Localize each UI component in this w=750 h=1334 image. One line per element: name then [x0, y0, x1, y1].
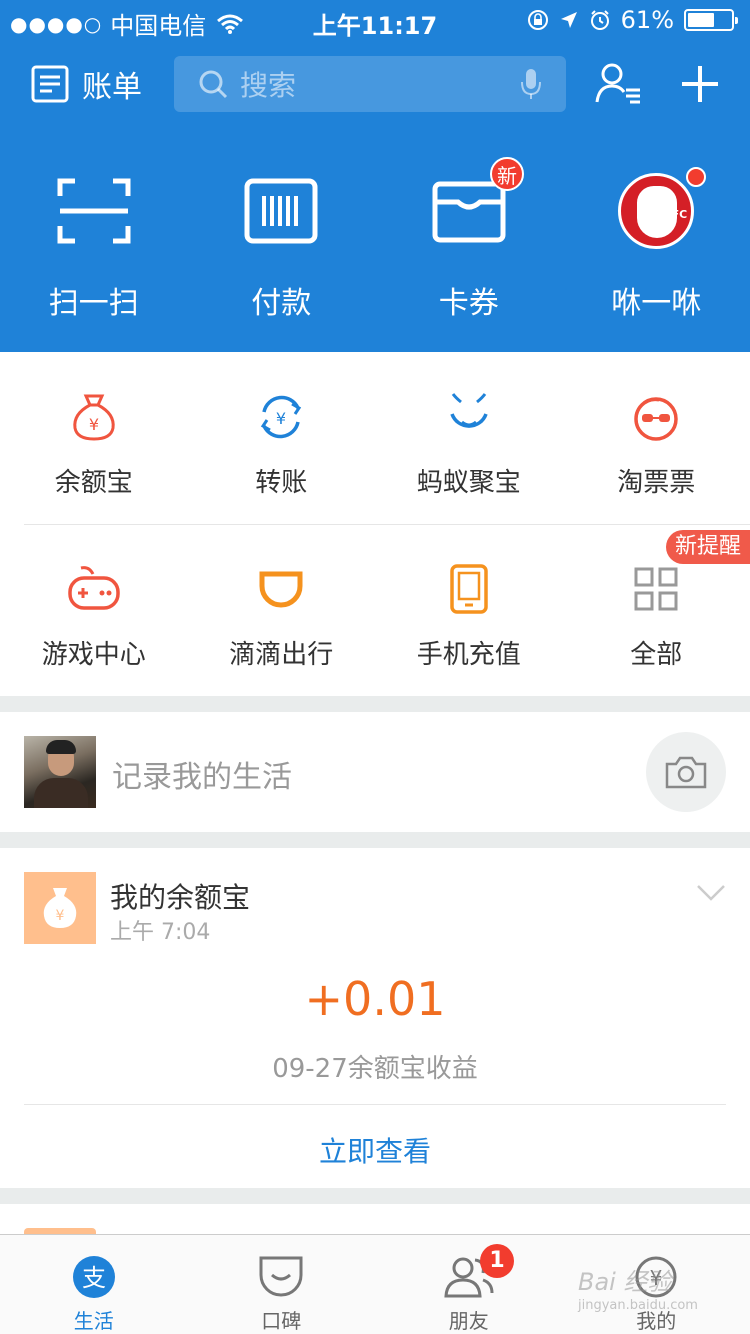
service-games-label: 游戏中心 — [41, 640, 146, 670]
navbar: 账单 搜索 — [0, 52, 750, 116]
koubei-icon — [259, 1256, 303, 1297]
scan-icon — [57, 178, 131, 244]
svg-text:¥: ¥ — [56, 908, 65, 924]
status-bar: ●●●●○ 中国电信 上午11:17 61% — [0, 0, 750, 40]
search-icon — [199, 70, 228, 99]
chevron-down-icon[interactable] — [696, 884, 726, 902]
quick-xiu-button[interactable]: KFC 咻一咻 — [563, 170, 750, 321]
service-ant-fortune-label: 蚂蚁聚宝 — [416, 468, 521, 498]
service-transfer-label: 转账 — [255, 468, 308, 498]
gamepad-icon — [68, 566, 120, 610]
money-bag-icon: ¥ — [43, 888, 77, 928]
service-ant-fortune[interactable]: 蚂蚁聚宝 — [375, 352, 563, 524]
header-area: ●●●●○ 中国电信 上午11:17 61% 账单 搜索 扫一扫 付款 卡券 K… — [0, 0, 750, 352]
card-subtitle: 09-27余额宝收益 — [272, 1054, 478, 1084]
card-wallet-icon — [432, 181, 506, 243]
yuebao-card: ¥ 我的余额宝 上午 7:04 +0.01 09-27余额宝收益 立即查看 — [0, 848, 750, 1188]
card-icon: ¥ — [24, 872, 96, 944]
card-amount: +0.01 — [304, 972, 446, 1026]
quick-pay-button[interactable]: 付款 — [188, 170, 376, 321]
avatar[interactable] — [24, 736, 96, 808]
tab-friends-label: 朋友 — [448, 1309, 489, 1333]
card-divider — [24, 1104, 726, 1105]
service-didi-label: 滴滴出行 — [229, 640, 334, 670]
tab-friends[interactable]: 朋友 — [375, 1235, 563, 1334]
service-all-label: 全部 — [630, 640, 683, 670]
battery-icon — [684, 9, 738, 31]
camera-icon — [665, 756, 707, 789]
service-taopiaopiao-label: 淘票票 — [617, 468, 696, 498]
microphone-icon[interactable] — [520, 68, 542, 100]
transfer-icon: ¥ — [261, 395, 302, 439]
card-time: 上午 7:04 — [110, 920, 211, 945]
tab-life[interactable]: 支 生活 — [0, 1235, 188, 1334]
quick-pay-label: 付款 — [251, 286, 312, 321]
battery-percent: 61% — [620, 6, 674, 34]
rotation-lock-icon — [527, 10, 548, 30]
tab-koubei[interactable]: 口碑 — [188, 1235, 376, 1334]
notification-dot — [686, 167, 706, 187]
quick-cards-button[interactable]: 卡券 — [375, 170, 563, 321]
service-phone-topup-label: 手机充值 — [416, 640, 521, 670]
new-reminder-tag: 新提醒 — [666, 530, 750, 564]
svg-text:支: 支 — [82, 1264, 106, 1292]
alipay-icon: 支 — [72, 1256, 115, 1298]
status-right: 61% — [527, 6, 738, 34]
quick-scan-button[interactable]: 扫一扫 — [0, 170, 188, 321]
kfc-logo-icon: KFC — [618, 173, 695, 249]
location-icon — [560, 12, 577, 28]
service-didi[interactable]: 滴滴出行 — [188, 524, 376, 696]
tab-koubei-label: 口碑 — [261, 1309, 302, 1333]
plus-icon[interactable] — [680, 64, 720, 104]
view-now-link[interactable]: 立即查看 — [0, 1130, 750, 1170]
quick-actions: 扫一扫 付款 卡券 KFC 咻一咻 — [0, 170, 750, 321]
tab-life-label: 生活 — [73, 1309, 114, 1333]
service-yuebao[interactable]: ¥ 余额宝 — [0, 352, 188, 524]
services-grid: ¥ 余额宝 ¥ 转账 蚂蚁聚宝 淘票票 游戏中心 滴滴出行 手机充值 全部 — [0, 352, 750, 696]
svg-text:¥: ¥ — [276, 409, 286, 428]
friends-badge: 1 — [480, 1244, 514, 1278]
service-phone-topup[interactable]: 手机充值 — [375, 524, 563, 696]
barcode-pay-icon — [244, 178, 318, 244]
bill-button[interactable]: 账单 — [30, 62, 142, 106]
svg-text:¥: ¥ — [89, 415, 99, 434]
card-title: 我的余额宝 — [110, 881, 251, 914]
alarm-icon — [590, 10, 609, 30]
record-life-row[interactable]: 记录我的生活 — [0, 712, 750, 832]
watermark: Bai 经验 — [578, 1268, 672, 1296]
service-transfer[interactable]: ¥ 转账 — [188, 352, 376, 524]
grid-all-icon — [634, 567, 678, 611]
search-input[interactable]: 搜索 — [174, 56, 566, 112]
didi-icon — [259, 571, 303, 608]
service-games[interactable]: 游戏中心 — [0, 524, 188, 696]
service-yuebao-label: 余额宝 — [54, 468, 133, 498]
money-bag-icon: ¥ — [73, 394, 115, 441]
watermark-url: jingyan.baidu.com — [578, 1298, 698, 1313]
service-taopiaopiao[interactable]: 淘票票 — [563, 352, 750, 524]
contacts-icon[interactable] — [594, 62, 644, 106]
quick-xiu-label: 咻一咻 — [611, 286, 702, 321]
quick-cards-label: 卡券 — [438, 286, 499, 321]
taopiaopiao-icon — [634, 397, 678, 441]
new-badge: 新 — [490, 157, 524, 191]
record-life-text[interactable]: 记录我的生活 — [112, 752, 292, 796]
search-placeholder: 搜索 — [240, 69, 297, 102]
bill-label: 账单 — [82, 70, 142, 105]
camera-button[interactable] — [646, 732, 726, 812]
battery-level — [688, 13, 714, 27]
phone-topup-icon — [450, 564, 488, 614]
bill-icon — [31, 65, 69, 103]
ant-fortune-icon — [450, 393, 488, 428]
quick-scan-label: 扫一扫 — [48, 286, 139, 321]
